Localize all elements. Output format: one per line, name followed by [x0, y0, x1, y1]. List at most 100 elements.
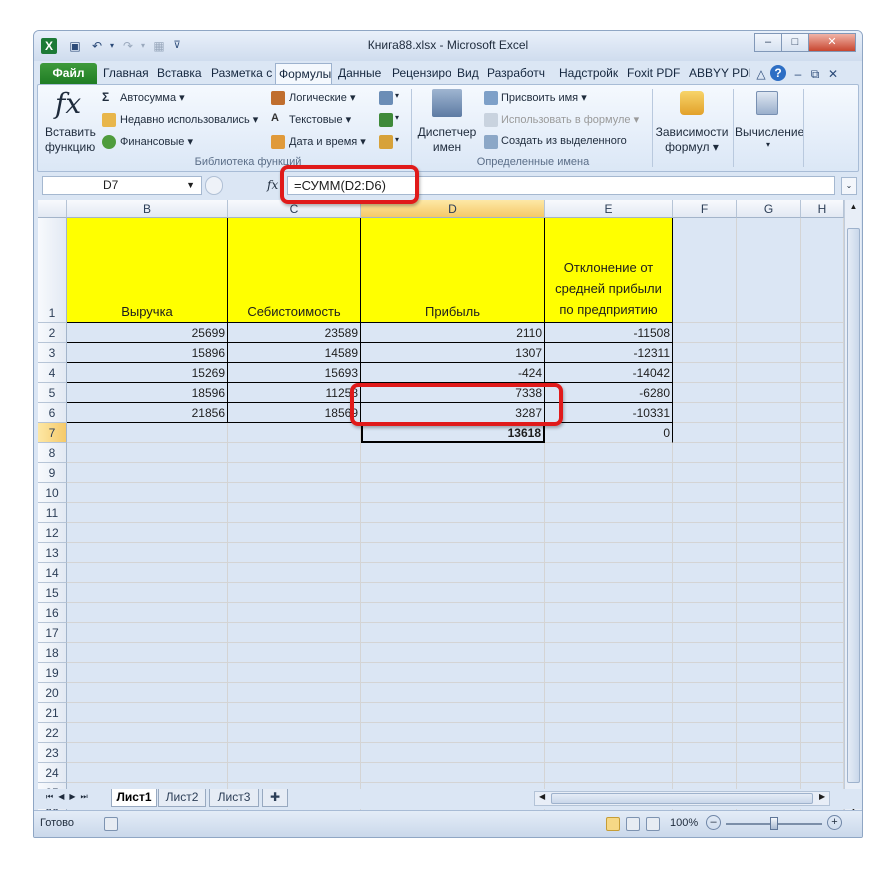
grid-cell[interactable] [228, 763, 361, 783]
name-manager-label-1[interactable]: Диспетчер [415, 125, 479, 139]
grid-cell[interactable] [545, 503, 673, 523]
grid-cell[interactable]: -11508 [545, 323, 673, 343]
grid-cell[interactable] [801, 623, 844, 643]
grid-cell[interactable] [67, 443, 228, 463]
grid-cell[interactable] [673, 703, 737, 723]
grid-cell[interactable] [545, 643, 673, 663]
row-header[interactable]: 13 [38, 543, 67, 563]
grid-cell[interactable] [673, 423, 737, 443]
tab-developer[interactable]: Разработч [484, 63, 552, 84]
tab-formulas[interactable]: Формулы [275, 63, 332, 84]
grid-cell[interactable] [545, 543, 673, 563]
column-header-b[interactable]: B [67, 200, 228, 218]
row-header[interactable]: 9 [38, 463, 67, 483]
grid-cell[interactable] [228, 663, 361, 683]
grid-cell[interactable] [361, 483, 545, 503]
grid-cell[interactable] [545, 443, 673, 463]
grid-cell[interactable] [228, 643, 361, 663]
grid-cell[interactable] [67, 743, 228, 763]
grid-cell[interactable] [801, 503, 844, 523]
grid-cell[interactable] [673, 503, 737, 523]
row-header[interactable]: 2 [38, 323, 67, 343]
name-manager-label-2[interactable]: имен [415, 140, 479, 154]
grid-cell[interactable] [228, 583, 361, 603]
zoom-level[interactable]: 100% [670, 817, 698, 829]
grid-cell[interactable] [801, 763, 844, 783]
grid-cell[interactable] [673, 683, 737, 703]
grid-cell[interactable] [737, 503, 801, 523]
more-functions-icon[interactable] [379, 135, 393, 149]
grid-cell[interactable] [673, 523, 737, 543]
tab-data[interactable]: Данные [335, 63, 385, 84]
grid-cell[interactable] [361, 643, 545, 663]
grid-cell[interactable] [361, 563, 545, 583]
row-header[interactable]: 15 [38, 583, 67, 603]
column-header-e[interactable]: E [545, 200, 673, 218]
grid-cell[interactable] [228, 703, 361, 723]
grid-cell[interactable] [67, 503, 228, 523]
maximize-button[interactable]: □ [781, 33, 809, 52]
tab-page-layout[interactable]: Разметка с [208, 63, 272, 84]
formula-auditing-label-1[interactable]: Зависимости [653, 125, 731, 139]
grid-cell[interactable] [228, 563, 361, 583]
grid-cell[interactable] [545, 763, 673, 783]
grid-cell[interactable] [737, 583, 801, 603]
row-header[interactable]: 5 [38, 383, 67, 403]
row-header[interactable]: 19 [38, 663, 67, 683]
close-workbook-icon[interactable]: ✕ [825, 66, 841, 82]
grid-cell[interactable] [801, 723, 844, 743]
grid-cell[interactable] [361, 603, 545, 623]
tab-addins[interactable]: Надстройк [556, 63, 622, 84]
tab-abbyy-pdf[interactable]: ABBYY PDF [686, 63, 750, 84]
grid-cell[interactable] [67, 603, 228, 623]
restore-down-icon[interactable]: ⧉ [807, 66, 823, 82]
grid-cell[interactable] [545, 523, 673, 543]
grid-cell[interactable] [801, 323, 844, 343]
financial-button[interactable]: Финансовые ▾ [120, 135, 193, 148]
tab-insert[interactable]: Вставка [154, 63, 206, 84]
grid-cell[interactable] [228, 683, 361, 703]
row-header[interactable]: 12 [38, 523, 67, 543]
header-cell[interactable]: Выручка [67, 218, 228, 323]
grid-cell[interactable] [545, 463, 673, 483]
use-in-formula-button[interactable]: Использовать в формуле ▾ [501, 113, 639, 126]
lookup-icon[interactable] [379, 91, 393, 105]
grid-cell[interactable] [801, 443, 844, 463]
grid-cell[interactable] [673, 363, 737, 383]
row-header[interactable]: 14 [38, 563, 67, 583]
grid-cell[interactable] [545, 623, 673, 643]
row-header[interactable]: 16 [38, 603, 67, 623]
autosum-button[interactable]: Автосумма ▾ [120, 91, 185, 104]
sheet-tab-3[interactable]: Лист3 [209, 789, 259, 807]
column-header-g[interactable]: G [737, 200, 801, 218]
grid-cell[interactable]: -424 [361, 363, 545, 383]
math-icon[interactable] [379, 113, 393, 127]
calculation-label[interactable]: Вычисление [735, 125, 804, 139]
grid-cell[interactable] [801, 703, 844, 723]
lookup-dropdown-icon[interactable]: ▾ [395, 91, 399, 100]
scroll-right-icon[interactable]: ▶ [819, 792, 825, 801]
macro-record-icon[interactable] [104, 817, 118, 831]
row-header[interactable]: 8 [38, 443, 67, 463]
row-header[interactable]: 6 [38, 403, 67, 423]
grid-cell[interactable] [673, 763, 737, 783]
grid-cell[interactable] [673, 543, 737, 563]
grid-cell[interactable] [737, 603, 801, 623]
grid-cell[interactable] [801, 383, 844, 403]
grid-cell[interactable] [67, 483, 228, 503]
recent-functions-button[interactable]: Недавно использовались ▾ [120, 113, 258, 126]
row-header[interactable]: 17 [38, 623, 67, 643]
grid-cell[interactable] [67, 543, 228, 563]
calculator-icon[interactable] [756, 91, 778, 115]
minimize-ribbon-icon[interactable]: △ [753, 66, 769, 82]
grid-cell[interactable] [673, 218, 737, 323]
grid-cell[interactable] [361, 543, 545, 563]
grid-cell[interactable] [228, 443, 361, 463]
grid-cell[interactable]: -6280 [545, 383, 673, 403]
grid-cell[interactable] [801, 363, 844, 383]
zoom-out-icon[interactable]: – [706, 815, 721, 830]
grid-cell[interactable] [673, 623, 737, 643]
datetime-button[interactable]: Дата и время ▾ [289, 135, 366, 148]
zoom-slider-thumb[interactable] [770, 817, 778, 830]
grid-cell[interactable]: 25699 [67, 323, 228, 343]
